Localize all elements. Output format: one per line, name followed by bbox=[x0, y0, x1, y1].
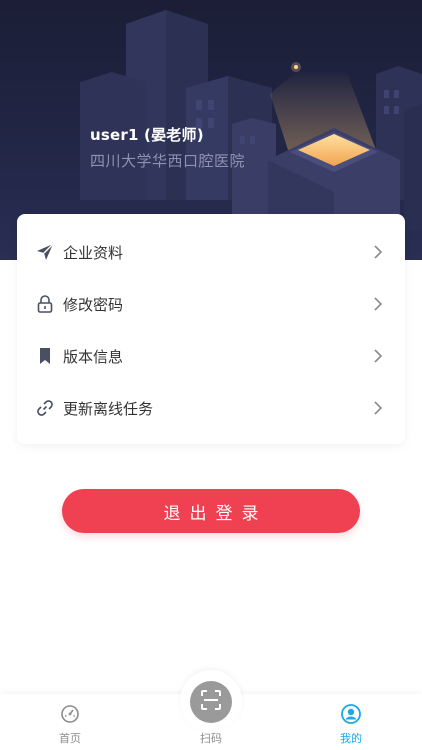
menu-item-label: 更新离线任务 bbox=[63, 399, 154, 418]
menu-item-label: 企业资料 bbox=[63, 243, 124, 262]
send-icon bbox=[34, 241, 56, 263]
tab-label: 扫码 bbox=[200, 732, 222, 745]
user-organization: 四川大学华西口腔医院 bbox=[90, 152, 246, 170]
tab-label: 首页 bbox=[59, 732, 81, 745]
menu-item-label: 版本信息 bbox=[63, 347, 124, 366]
scan-icon bbox=[199, 688, 223, 716]
menu-item-change-password[interactable]: 修改密码 bbox=[17, 278, 405, 330]
bookmark-icon bbox=[34, 345, 56, 367]
dashboard-icon bbox=[60, 704, 80, 724]
tab-home[interactable]: 首页 bbox=[20, 694, 120, 750]
chevron-right-icon bbox=[371, 349, 385, 363]
chevron-right-icon bbox=[371, 245, 385, 259]
tab-mine[interactable]: 我的 bbox=[301, 694, 401, 750]
tab-scan[interactable] bbox=[190, 681, 232, 723]
link-icon bbox=[34, 397, 56, 419]
user-icon bbox=[341, 704, 361, 724]
menu-item-label: 修改密码 bbox=[63, 295, 124, 314]
user-name: user1 (晏老师) bbox=[90, 126, 204, 144]
tab-label: 我的 bbox=[340, 732, 362, 745]
settings-menu: 企业资料 修改密码 版本信息 更新离线任务 bbox=[17, 214, 405, 444]
lock-icon bbox=[34, 293, 56, 315]
logout-button[interactable]: 退出登录 bbox=[62, 489, 360, 533]
chevron-right-icon bbox=[371, 297, 385, 311]
menu-item-company-info[interactable]: 企业资料 bbox=[17, 226, 405, 278]
menu-item-version-info[interactable]: 版本信息 bbox=[17, 330, 405, 382]
chevron-right-icon bbox=[371, 401, 385, 415]
menu-item-update-offline-tasks[interactable]: 更新离线任务 bbox=[17, 382, 405, 434]
